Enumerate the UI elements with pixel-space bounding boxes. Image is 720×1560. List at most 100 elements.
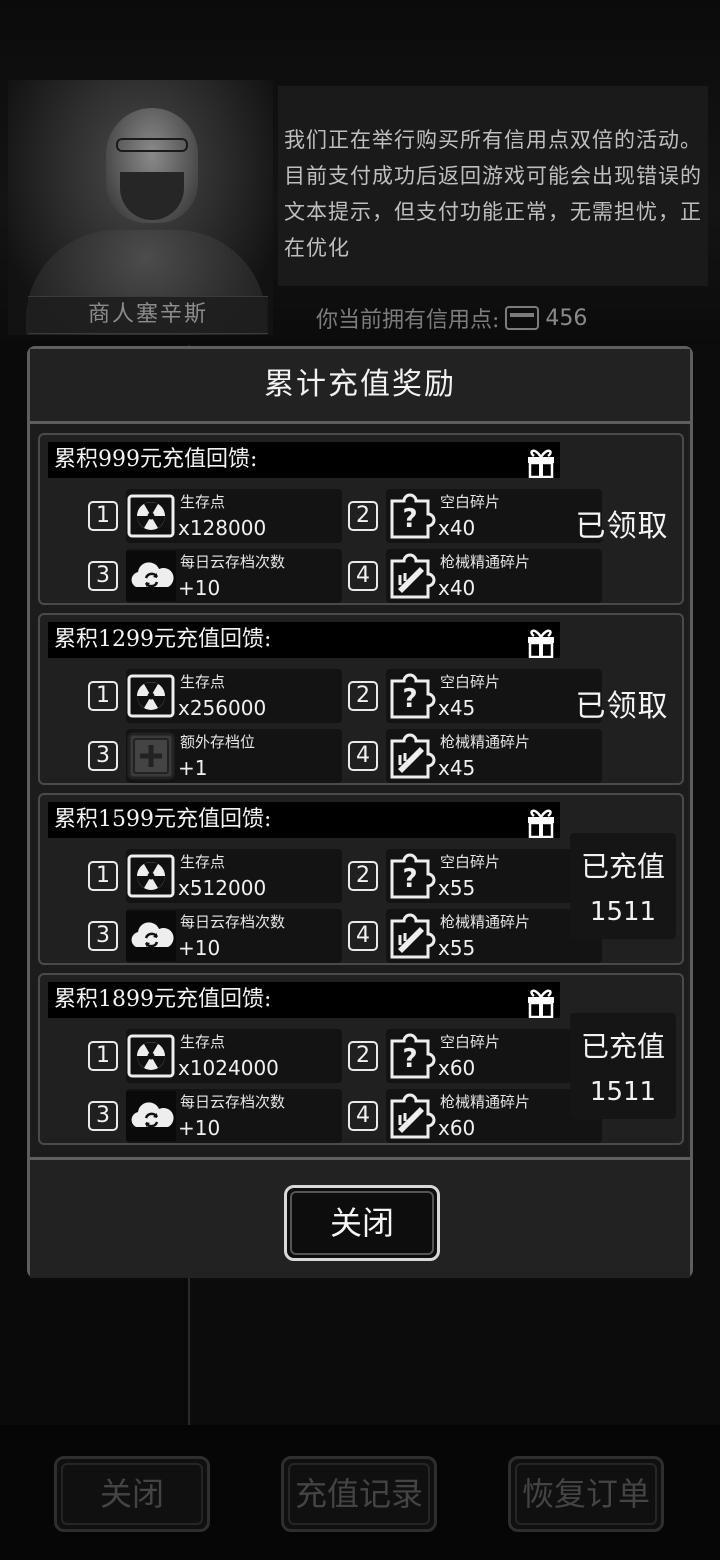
puzzle-question-icon: ? — [386, 671, 436, 721]
item-quantity: x40 — [438, 576, 476, 600]
item-index: 2 — [348, 501, 378, 531]
item-quantity: x1024000 — [178, 1056, 279, 1080]
cloud-sync-icon — [126, 911, 176, 961]
item-name: 生存点 — [180, 853, 226, 871]
item-index: 3 — [88, 561, 118, 591]
claimed-status: 已领取 — [575, 509, 669, 544]
item-quantity: +10 — [178, 576, 221, 600]
item-index: 4 — [348, 741, 378, 771]
item-name: 生存点 — [180, 673, 226, 691]
cloud-sync-icon — [126, 1091, 176, 1141]
item-name: 枪械精通碎片 — [440, 913, 531, 931]
svg-text:?: ? — [402, 1044, 417, 1074]
plus-slot-icon — [126, 731, 176, 781]
cumulative-recharge-dialog: 累计充值奖励 累积999元充值回馈: 1 生存点 x128000 2? 空白碎片 x40 3 每… — [27, 346, 693, 1278]
tier-header-text: 累积1899元充值回馈: — [54, 987, 272, 1012]
gift-icon — [524, 804, 558, 839]
reward-tier: 累积1299元充值回馈: 1 生存点 x256000 2? 空白碎片 x45 3 额外存档位 +1… — [38, 613, 684, 785]
puzzle-question-icon: ? — [386, 851, 436, 901]
radiation-icon — [126, 1031, 176, 1081]
item-name: 枪械精通碎片 — [440, 1093, 531, 1111]
item-quantity: +10 — [178, 936, 221, 960]
item-quantity: x55 — [438, 936, 476, 960]
dialog-footer: 关闭 — [30, 1157, 690, 1278]
puzzle-gun-icon — [386, 1091, 436, 1141]
puzzle-gun-icon — [386, 911, 436, 961]
item-index: 3 — [88, 921, 118, 951]
item-name: 枪械精通碎片 — [440, 733, 531, 751]
progress-label: 已充值 — [580, 850, 665, 883]
reward-item: 1 生存点 x256000 — [88, 669, 342, 723]
progress-value: 1511 — [589, 1077, 657, 1107]
puzzle-gun-icon — [386, 731, 436, 781]
reward-item: 3 每日云存档次数 +10 — [88, 1089, 342, 1143]
item-name: 每日云存档次数 — [180, 913, 286, 931]
claimed-status: 已领取 — [575, 689, 669, 724]
item-name: 空白碎片 — [440, 1033, 501, 1051]
credit-card-icon — [505, 306, 540, 330]
reward-item: 3 每日云存档次数 +10 — [88, 549, 342, 603]
reward-item: 1 生存点 x1024000 — [88, 1029, 342, 1083]
gift-icon — [524, 624, 558, 659]
item-index: 2 — [348, 1041, 378, 1071]
credits-value: 456 — [545, 305, 588, 331]
reward-item: 3 每日云存档次数 +10 — [88, 909, 342, 963]
item-index: 3 — [88, 741, 118, 771]
puzzle-question-icon: ? — [386, 1031, 436, 1081]
item-quantity: x40 — [438, 516, 476, 540]
radiation-icon — [126, 851, 176, 901]
item-quantity: x256000 — [178, 696, 267, 720]
item-index: 1 — [88, 861, 118, 891]
dialog-close-button[interactable]: 关闭 — [284, 1185, 440, 1261]
item-index: 3 — [88, 1101, 118, 1131]
reward-item: 4 枪械精通碎片 x40 — [348, 549, 602, 603]
recharge-progress: 已充值 1511 — [570, 1013, 676, 1119]
gift-icon — [524, 444, 558, 479]
item-quantity: x60 — [438, 1116, 476, 1140]
item-index: 1 — [88, 501, 118, 531]
tier-header-text: 累积1599元充值回馈: — [54, 807, 272, 832]
radiation-icon — [126, 491, 176, 541]
item-quantity: x512000 — [178, 876, 267, 900]
reward-item: 3 额外存档位 +1 — [88, 729, 342, 783]
item-index: 2 — [348, 861, 378, 891]
item-quantity: x60 — [438, 1056, 476, 1080]
puzzle-question-icon: ? — [386, 491, 436, 541]
item-name: 每日云存档次数 — [180, 553, 286, 571]
recharge-progress: 已充值 1511 — [570, 833, 676, 939]
item-index: 2 — [348, 681, 378, 711]
svg-text:?: ? — [402, 504, 417, 534]
item-index: 4 — [348, 561, 378, 591]
reward-tier: 累积1599元充值回馈: 1 生存点 x512000 2? 空白碎片 x55 3 每日云存档次数… — [38, 793, 684, 965]
item-index: 4 — [348, 1101, 378, 1131]
item-quantity: x55 — [438, 876, 476, 900]
bottom-close-button[interactable]: 关闭 — [54, 1456, 210, 1532]
item-quantity: +10 — [178, 1116, 221, 1140]
reward-item: 1 生存点 x128000 — [88, 489, 342, 543]
merchant-message: 我们正在举行购买所有信用点双倍的活动。目前支付成功后返回游戏可能会出现错误的文本… — [278, 86, 708, 286]
item-index: 1 — [88, 1041, 118, 1071]
merchant-name: 商人塞辛斯 — [28, 296, 268, 334]
reward-tier: 累积999元充值回馈: 1 生存点 x128000 2? 空白碎片 x40 3 每日云存档次数 +… — [38, 433, 684, 605]
recharge-history-button[interactable]: 充值记录 — [281, 1456, 437, 1532]
reward-item: 1 生存点 x512000 — [88, 849, 342, 903]
reward-item: 4 枪械精通碎片 x45 — [348, 729, 602, 783]
item-name: 枪械精通碎片 — [440, 553, 531, 571]
credits-label: 你当前拥有信用点: — [316, 308, 500, 333]
gift-icon — [524, 984, 558, 1019]
radiation-icon — [126, 671, 176, 721]
restore-order-button[interactable]: 恢复订单 — [508, 1456, 664, 1532]
svg-text:?: ? — [402, 864, 417, 894]
cloud-sync-icon — [126, 551, 176, 601]
svg-text:?: ? — [402, 684, 417, 714]
tier-header-text: 累积1299元充值回馈: — [54, 627, 272, 652]
progress-value: 1511 — [589, 897, 657, 927]
puzzle-gun-icon — [386, 551, 436, 601]
item-quantity: x128000 — [178, 516, 267, 540]
item-name: 生存点 — [180, 493, 226, 511]
item-name: 生存点 — [180, 1033, 226, 1051]
item-name: 空白碎片 — [440, 673, 501, 691]
item-quantity: x45 — [438, 696, 476, 720]
item-name: 每日云存档次数 — [180, 1093, 286, 1111]
progress-label: 已充值 — [580, 1030, 665, 1063]
